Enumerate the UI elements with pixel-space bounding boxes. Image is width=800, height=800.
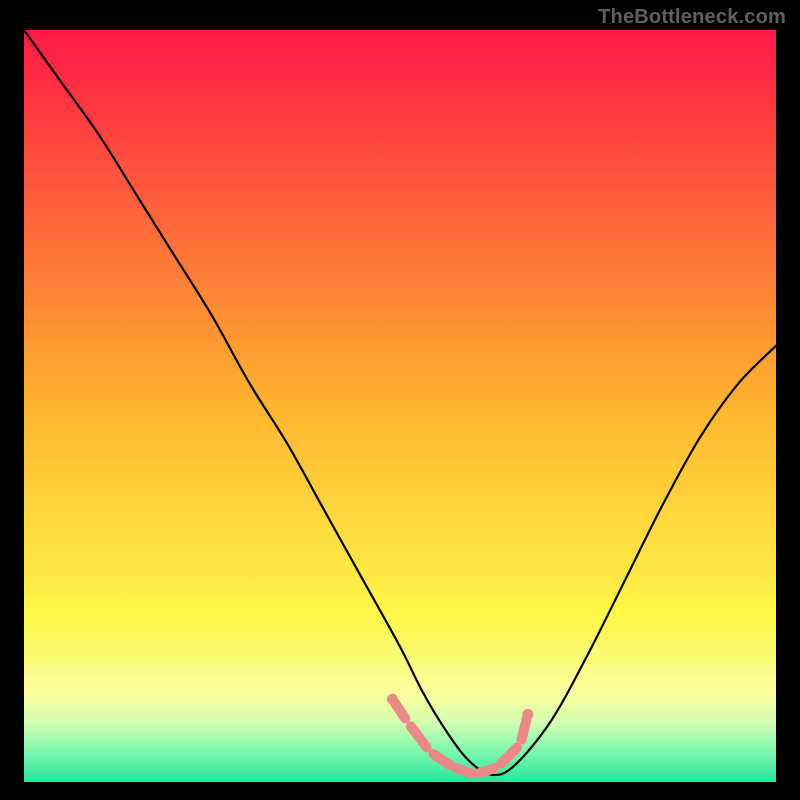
plot-area	[24, 30, 776, 782]
highlight-segment	[521, 719, 526, 740]
chart-svg	[24, 30, 776, 782]
highlight-segment	[456, 768, 472, 773]
gradient-background	[24, 30, 776, 782]
highlight-dot	[522, 709, 533, 720]
attribution-watermark: TheBottleneck.com	[598, 6, 786, 29]
highlight-dot	[387, 694, 398, 705]
highlight-segment	[479, 768, 495, 773]
chart-container: TheBottleneck.com	[0, 0, 800, 800]
